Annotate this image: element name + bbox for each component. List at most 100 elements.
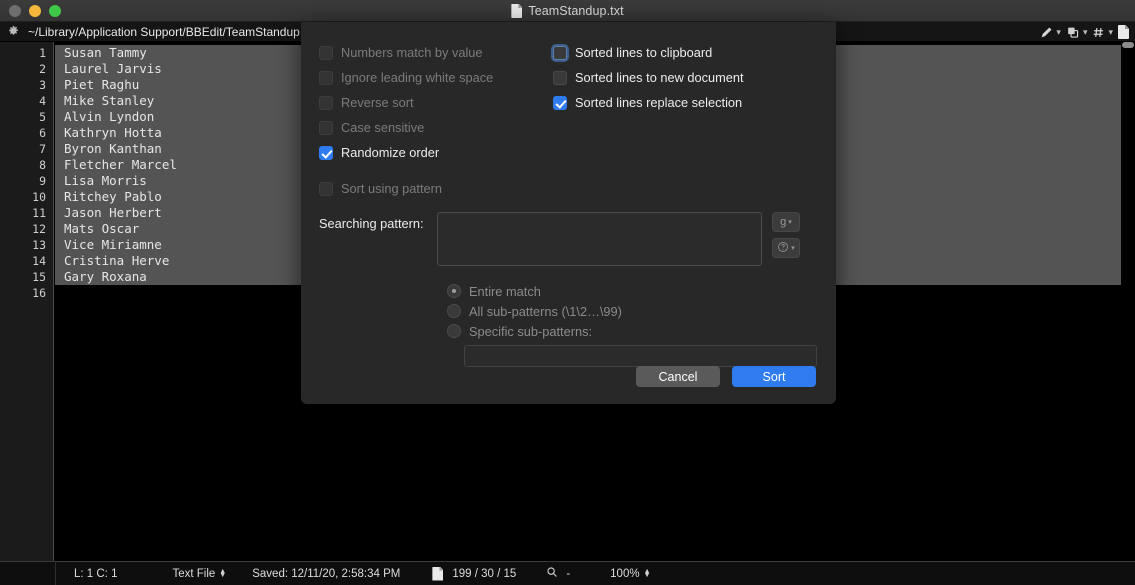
radio-entire-match[interactable]: Entire match [447, 281, 622, 301]
pencil-icon [1040, 26, 1053, 39]
file-path[interactable]: ~/Library/Application Support/BBEdit/Tea… [28, 25, 307, 39]
gear-icon[interactable] [7, 25, 20, 38]
windows-icon [1066, 26, 1080, 39]
vertical-scrollbar[interactable] [1121, 42, 1135, 561]
dialog-buttons: Cancel Sort [636, 366, 816, 387]
line-number: 13 [32, 238, 46, 252]
checkbox-sorted-lines-to-clipboard[interactable]: Sorted lines to clipboard [553, 40, 823, 65]
close-button[interactable] [9, 4, 21, 17]
cancel-button[interactable]: Cancel [636, 366, 720, 387]
pathbar-tool-document[interactable] [1118, 25, 1129, 39]
chevron-down-icon[interactable]: ▾ [1056, 27, 1061, 37]
document-stats[interactable]: 199 / 30 / 15 [400, 567, 516, 581]
cursor-position-label: L: 1 C: 1 [74, 567, 118, 580]
window-titlebar: TeamStandup.txt [0, 0, 1135, 22]
radio-all-sub-patterns[interactable]: All sub-patterns (\1\2…\99) [447, 301, 622, 321]
line-number: 14 [32, 254, 46, 268]
sort-button[interactable]: Sort [732, 366, 816, 387]
checkbox-label: Reverse sort [341, 95, 414, 110]
saved-label: Saved: 12/11/20, 2:58:34 PM [252, 567, 401, 580]
stepper-icon[interactable]: ▲ ▼ [644, 568, 651, 579]
status-search[interactable]: - [516, 566, 570, 581]
line-number: 5 [39, 110, 46, 124]
grep-button[interactable]: g ▾ [772, 212, 800, 232]
line-number: 1 [39, 46, 46, 60]
document-counts-label: 199 / 30 / 15 [452, 567, 517, 580]
document-icon [1118, 25, 1129, 39]
checkbox-label: Randomize order [341, 145, 440, 160]
zoom-button[interactable] [49, 4, 61, 17]
checkbox-sorted-lines-replace-selection[interactable]: Sorted lines replace selection [553, 90, 823, 115]
searching-pattern-input[interactable] [437, 212, 762, 266]
checkbox-icon[interactable] [319, 145, 333, 160]
radio-specific-sub-patterns[interactable]: Specific sub-patterns: [447, 321, 622, 341]
scrollbar-thumb[interactable] [1122, 42, 1134, 48]
pathbar-tool-windows[interactable]: ▾ [1066, 26, 1088, 39]
checkbox-label: Ignore leading white space [341, 70, 494, 85]
chevron-down-icon: ▾ [791, 245, 795, 252]
window-title: TeamStandup.txt [528, 4, 624, 18]
checkbox-label: Sorted lines replace selection [575, 95, 743, 110]
line-number-gutter: 1 2 3 4 5 6 7 8 9 10 11 12 13 14 15 16 [0, 42, 54, 561]
checkbox-case-sensitive[interactable]: Case sensitive [319, 115, 549, 140]
zoom-selector[interactable]: 100% ▲ ▼ [570, 568, 650, 580]
pathbar-tool-hash[interactable]: ▾ [1092, 26, 1113, 39]
checkbox-icon[interactable] [319, 70, 333, 85]
filetype-label: Text File [172, 567, 216, 580]
document-icon [432, 567, 443, 581]
checkbox-icon[interactable] [553, 95, 567, 110]
filetype-selector[interactable]: Text File ▲ ▼ [117, 568, 226, 580]
radio-icon[interactable] [447, 324, 461, 338]
checkbox-icon[interactable] [319, 181, 333, 196]
specific-sub-patterns-input[interactable] [464, 345, 817, 367]
help-button[interactable]: ▾ [772, 238, 800, 258]
radio-label: Specific sub-patterns: [469, 323, 593, 339]
checkbox-icon[interactable] [319, 45, 333, 60]
searching-pattern-label: Searching pattern: [319, 216, 424, 231]
radio-label: Entire match [469, 283, 541, 299]
line-number: 4 [39, 94, 46, 108]
traffic-lights [0, 4, 61, 17]
checkbox-icon[interactable] [553, 45, 567, 60]
checkbox-randomize-order[interactable]: Randomize order [319, 140, 549, 165]
checkbox-icon[interactable] [553, 70, 567, 85]
radio-icon[interactable] [447, 284, 461, 298]
checkbox-icon[interactable] [319, 95, 333, 110]
chevron-down-icon[interactable]: ▾ [1108, 27, 1113, 37]
line-number: 12 [32, 222, 46, 236]
match-options-group: Entire match All sub-patterns (\1\2…\99)… [447, 281, 622, 341]
checkbox-ignore-leading-white-space[interactable]: Ignore leading white space [319, 65, 549, 90]
bbedit-window: TeamStandup.txt ~/Library/Application Su… [0, 0, 1135, 585]
window-title-group: TeamStandup.txt [0, 0, 1135, 22]
line-number: 16 [32, 286, 46, 300]
checkbox-reverse-sort[interactable]: Reverse sort [319, 90, 549, 115]
line-number: 9 [39, 174, 46, 188]
checkbox-icon[interactable] [319, 120, 333, 135]
sort-options-right-column: Sorted lines to clipboard Sorted lines t… [553, 40, 823, 115]
pattern-buttons: g ▾ ▾ [772, 212, 800, 258]
checkbox-sorted-lines-to-new-document[interactable]: Sorted lines to new document [553, 65, 823, 90]
radio-icon[interactable] [447, 304, 461, 318]
minimize-button[interactable] [29, 4, 41, 17]
cursor-position: L: 1 C: 1 [56, 568, 117, 580]
sort-lines-dialog: Numbers match by value Ignore leading wh… [301, 22, 836, 404]
checkbox-numbers-match-by-value[interactable]: Numbers match by value [319, 40, 549, 65]
pathbar-tool-pencil[interactable]: ▾ [1040, 26, 1061, 39]
chevron-down-icon[interactable]: ▾ [1083, 27, 1088, 37]
line-number: 11 [32, 206, 46, 220]
line-number: 2 [39, 62, 46, 76]
stepper-icon[interactable]: ▲ ▼ [219, 568, 226, 579]
magnifier-icon [546, 566, 558, 581]
help-icon [777, 241, 789, 256]
pathbar-toolbar: ▾ ▾ ▾ [1040, 22, 1129, 42]
saved-status: Saved: 12/11/20, 2:58:34 PM [226, 568, 400, 580]
checkbox-label: Case sensitive [341, 120, 425, 135]
line-number: 8 [39, 158, 46, 172]
radio-label: All sub-patterns (\1\2…\99) [469, 303, 622, 319]
line-number: 3 [39, 78, 46, 92]
grep-icon: g [780, 216, 787, 228]
status-bar: L: 1 C: 1 Text File ▲ ▼ Saved: 12/11/20, … [0, 561, 1135, 585]
status-search-value: - [566, 567, 571, 580]
sort-options-left-column: Numbers match by value Ignore leading wh… [319, 40, 549, 165]
checkbox-sort-using-pattern[interactable]: Sort using pattern [319, 176, 442, 201]
